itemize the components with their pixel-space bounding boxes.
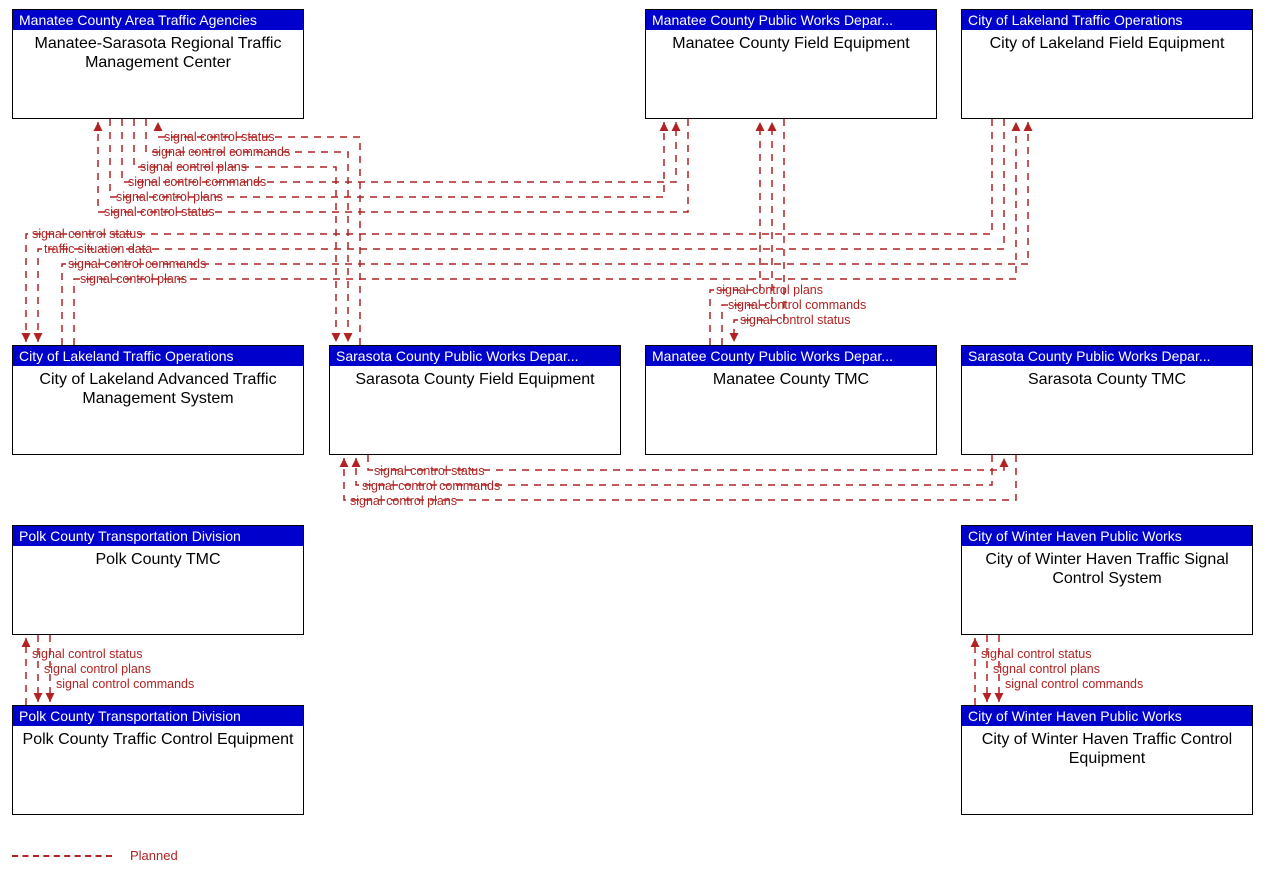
node-header: Manatee County Area Traffic Agencies — [13, 10, 303, 30]
flow-label: signal control status — [164, 131, 274, 144]
node-body: Polk County TMC — [13, 546, 303, 573]
node-ms-rtmc[interactable]: Manatee County Area Traffic Agencies Man… — [12, 9, 304, 119]
node-body: City of Winter Haven Traffic Control Equ… — [962, 726, 1252, 772]
node-lakeland-fe[interactable]: City of Lakeland Traffic Operations City… — [961, 9, 1253, 119]
node-polk-tce[interactable]: Polk County Transportation Division Polk… — [12, 705, 304, 815]
node-header: Manatee County Public Works Depar... — [646, 346, 936, 366]
flow-label: signal control commands — [152, 146, 290, 159]
flow-label: signal control commands — [362, 480, 500, 493]
node-body: City of Winter Haven Traffic Signal Cont… — [962, 546, 1252, 592]
node-wh-tce[interactable]: City of Winter Haven Public Works City o… — [961, 705, 1253, 815]
node-body: Manatee County Field Equipment — [646, 30, 936, 57]
flow-label: signal control status — [981, 648, 1091, 661]
node-header: City of Lakeland Traffic Operations — [13, 346, 303, 366]
node-header: Sarasota County Public Works Depar... — [962, 346, 1252, 366]
flow-label: signal control plans — [716, 284, 823, 297]
node-body: Sarasota County Field Equipment — [330, 366, 620, 393]
flow-label: signal control plans — [350, 495, 457, 508]
flow-label: signal control plans — [993, 663, 1100, 676]
node-body: Sarasota County TMC — [962, 366, 1252, 393]
flow-label: signal control status — [374, 465, 484, 478]
node-header: Manatee County Public Works Depar... — [646, 10, 936, 30]
flow-label: signal control plans — [80, 273, 187, 286]
legend-planned: Planned — [12, 848, 178, 863]
node-manatee-tmc[interactable]: Manatee County Public Works Depar... Man… — [645, 345, 937, 455]
node-lakeland-atms[interactable]: City of Lakeland Traffic Operations City… — [12, 345, 304, 455]
node-body: Manatee County TMC — [646, 366, 936, 393]
flow-label: signal control plans — [44, 663, 151, 676]
node-header: City of Winter Haven Public Works — [962, 526, 1252, 546]
flow-label: signal control commands — [56, 678, 194, 691]
flow-label: signal control commands — [128, 176, 266, 189]
legend-line-icon — [12, 855, 112, 857]
node-manatee-fe[interactable]: Manatee County Public Works Depar... Man… — [645, 9, 937, 119]
node-header: City of Lakeland Traffic Operations — [962, 10, 1252, 30]
node-body: City of Lakeland Advanced Traffic Manage… — [13, 366, 303, 412]
flow-label: signal control commands — [68, 258, 206, 271]
node-body: Manatee-Sarasota Regional Traffic Manage… — [13, 30, 303, 76]
flow-label: signal control commands — [728, 299, 866, 312]
flow-label: traffic situation data — [44, 243, 152, 256]
flow-label: signal control commands — [1005, 678, 1143, 691]
flow-label: signal control plans — [116, 191, 223, 204]
node-header: City of Winter Haven Public Works — [962, 706, 1252, 726]
node-header: Sarasota County Public Works Depar... — [330, 346, 620, 366]
flow-label: signal control status — [740, 314, 850, 327]
legend-label: Planned — [130, 848, 178, 863]
node-body: Polk County Traffic Control Equipment — [13, 726, 303, 753]
node-header: Polk County Transportation Division — [13, 706, 303, 726]
flow-label: signal control status — [104, 206, 214, 219]
flow-label: signal control status — [32, 228, 142, 241]
node-body: City of Lakeland Field Equipment — [962, 30, 1252, 57]
node-wh-signal[interactable]: City of Winter Haven Public Works City o… — [961, 525, 1253, 635]
flow-label: signal control status — [32, 648, 142, 661]
node-header: Polk County Transportation Division — [13, 526, 303, 546]
node-sarasota-tmc[interactable]: Sarasota County Public Works Depar... Sa… — [961, 345, 1253, 455]
flow-label: signal control plans — [140, 161, 247, 174]
node-sarasota-fe[interactable]: Sarasota County Public Works Depar... Sa… — [329, 345, 621, 455]
node-polk-tmc[interactable]: Polk County Transportation Division Polk… — [12, 525, 304, 635]
